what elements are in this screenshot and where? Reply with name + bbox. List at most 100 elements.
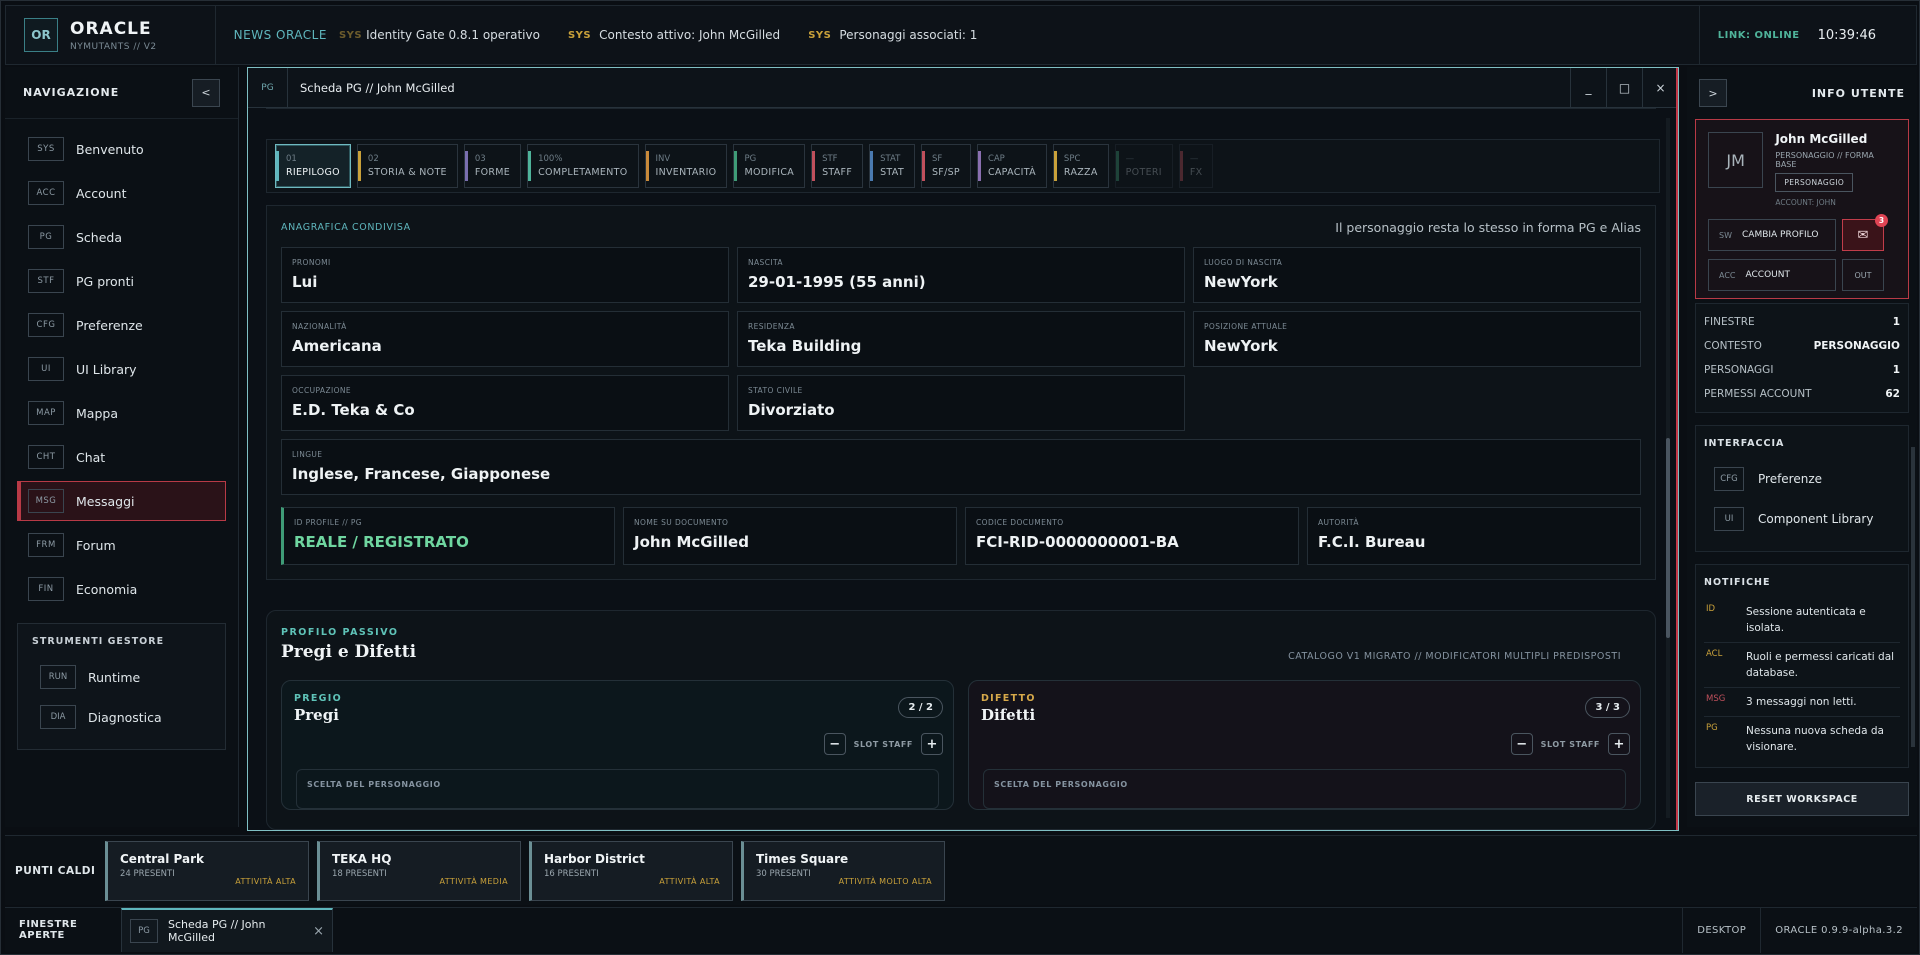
- user-name: John McGilled: [1775, 132, 1868, 146]
- window-titlebar[interactable]: PG Scheda PG // John McGilled _ □ ×: [248, 68, 1678, 108]
- sidebar-item-preferenze[interactable]: CFG Preferenze: [17, 305, 226, 345]
- nav-label: PG pronti: [76, 273, 134, 289]
- stat-key: PERMESSI ACCOUNT: [1704, 388, 1812, 400]
- fields-grid: PRONOMI Lui NASCITA 29-01-1995 (55 anni) L…: [281, 247, 1641, 303]
- tab-accent: [276, 151, 279, 181]
- window-scrollbar[interactable]: [1666, 118, 1670, 818]
- tab-label: INVENTARIO: [655, 167, 717, 178]
- slot-stepper: − SLOT STAFF +: [1510, 733, 1630, 755]
- sidebar-item-scheda[interactable]: PG Scheda: [17, 217, 226, 257]
- field-key: NOME SU DOCUMENTO: [634, 518, 729, 527]
- user-badge: PERSONAGGIO: [1775, 173, 1854, 192]
- tab-label: RAZZA: [1063, 167, 1098, 178]
- tab-storia-note[interactable]: 02 STORIA & NOTE: [356, 144, 458, 188]
- interface-item-preferenze[interactable]: CFG Preferenze: [1704, 459, 1900, 499]
- close-button[interactable]: ×: [1642, 68, 1678, 108]
- slot-label: SLOT STAFF: [853, 739, 913, 749]
- taskbar-window-item[interactable]: PG Scheda PG // John McGilled ×: [121, 908, 333, 952]
- sidebar-item-account[interactable]: ACC Account: [17, 173, 226, 213]
- collapse-sidebar-button[interactable]: <: [192, 78, 220, 107]
- interface-item-component-library[interactable]: UI Component Library: [1704, 499, 1900, 539]
- field-value: Teka Building: [748, 337, 862, 355]
- tool-item-diagnostica[interactable]: DIA Diagnostica: [26, 697, 217, 737]
- tab-fx[interactable]: — FX: [1178, 144, 1214, 188]
- tab-forme[interactable]: 03 FORME: [463, 144, 522, 188]
- slot-decrement-button[interactable]: −: [1510, 733, 1533, 755]
- sidebar-item-forum[interactable]: FRM Forum: [17, 525, 226, 565]
- notification-code: PG: [1706, 723, 1718, 733]
- choice-box[interactable]: SCELTA DEL PERSONAGGIO: [983, 769, 1626, 809]
- reset-workspace-button[interactable]: RESET WORKSPACE: [1695, 782, 1909, 816]
- hotspot-card[interactable]: Harbor District 16 PRESENTI ATTIVITÀ ALTA: [529, 840, 733, 901]
- tab-label: POTERI: [1125, 167, 1162, 178]
- account-button[interactable]: ACC ACCOUNT: [1708, 259, 1836, 291]
- tab-riepilogo[interactable]: 01 RIEPILOGO: [275, 144, 351, 188]
- minimize-button[interactable]: _: [1570, 68, 1606, 108]
- hotspot-card[interactable]: TEKA HQ 18 PRESENTI ATTIVITÀ MEDIA: [317, 840, 521, 901]
- sidebar-header: NAVIGAZIONE <: [5, 67, 238, 119]
- nav-code: PG: [28, 225, 64, 249]
- tab-poteri[interactable]: — POTERI: [1114, 144, 1173, 188]
- tab-stat[interactable]: STAT STAT: [869, 144, 915, 188]
- tab-razza[interactable]: SPC RAZZA: [1052, 144, 1109, 188]
- clock: 10:39:46: [1817, 27, 1876, 43]
- expand-panel-button[interactable]: >: [1699, 79, 1727, 107]
- section-note: Il personaggio resta lo stesso in forma …: [1335, 220, 1641, 235]
- sidebar-item-messaggi[interactable]: MSG Messaggi: [17, 481, 226, 521]
- news-ticker: SYS Identity Gate 0.8.1 operativo SYS Cont…: [339, 28, 1005, 42]
- field-key: CODICE DOCUMENTO: [976, 518, 1064, 527]
- tab-completamento[interactable]: 100% COMPLETAMENTO: [527, 144, 639, 188]
- tab-modifica[interactable]: PG MODIFICA: [733, 144, 806, 188]
- tool-item-runtime[interactable]: RUN Runtime: [26, 657, 217, 697]
- field-key: OCCUPAZIONE: [292, 386, 352, 395]
- sidebar-item-ui-library[interactable]: UI UI Library: [17, 349, 226, 389]
- notification-item[interactable]: ID Sessione autenticata e isolata.: [1704, 598, 1900, 643]
- desktop-button[interactable]: DESKTOP: [1682, 907, 1760, 953]
- anagrafica-section: ANAGRAFICA CONDIVISA Il personaggio rest…: [266, 205, 1656, 580]
- avatar[interactable]: JM: [1708, 132, 1764, 188]
- logout-button[interactable]: OUT: [1842, 259, 1884, 291]
- ticker-text: Personaggi associati: 1: [839, 28, 978, 42]
- tab-capacit-[interactable]: CAP CAPACITÀ: [976, 144, 1047, 188]
- sidebar-item-economia[interactable]: FIN Economia: [17, 569, 226, 609]
- slot-increment-button[interactable]: +: [921, 733, 943, 755]
- field-key: ID PROFILE // PG: [294, 518, 363, 527]
- section-header: ANAGRAFICA CONDIVISA Il personaggio rest…: [281, 220, 1641, 235]
- tab-staff[interactable]: STF STAFF: [811, 144, 864, 188]
- sidebar-title: NAVIGAZIONE: [23, 86, 120, 99]
- task-close-icon[interactable]: ×: [313, 924, 324, 939]
- hotspot-card[interactable]: Times Square 30 PRESENTI ATTIVITÀ MOLTO AL…: [741, 840, 945, 901]
- passive-kicker: PROFILO PASSIVO: [281, 627, 399, 638]
- tab-sf-sp[interactable]: SF SF/SP: [920, 144, 971, 188]
- hotspot-card[interactable]: Central Park 24 PRESENTI ATTIVITÀ ALTA: [105, 840, 309, 901]
- sidebar-item-pg-pronti[interactable]: STF PG pronti: [17, 261, 226, 301]
- ticker-text: Contesto attivo: John McGilled: [599, 28, 781, 42]
- right-scrollbar[interactable]: [1911, 447, 1915, 747]
- button-label: CAMBIA PROFILO: [1742, 230, 1819, 240]
- notification-item[interactable]: MSG 3 messaggi non letti.: [1704, 688, 1900, 717]
- mail-icon: ✉: [1857, 227, 1869, 243]
- news-label[interactable]: NEWS ORACLE: [234, 28, 327, 42]
- tab-inventario[interactable]: INV INVENTARIO: [644, 144, 728, 188]
- mail-button[interactable]: ✉ 3: [1842, 214, 1888, 251]
- sidebar-item-mappa[interactable]: MAP Mappa: [17, 393, 226, 433]
- sidebar-item-benvenuto[interactable]: SYS Benvenuto: [17, 129, 226, 169]
- field-key: STATO CIVILE: [748, 386, 803, 395]
- switch-profile-button[interactable]: SW CAMBIA PROFILO: [1708, 219, 1836, 251]
- choice-box[interactable]: SCELTA DEL PERSONAGGIO: [296, 769, 939, 809]
- field-key: LINGUE: [292, 450, 323, 459]
- divider: [214, 5, 216, 65]
- field-value: John McGilled: [634, 533, 749, 551]
- slot-decrement-button[interactable]: −: [823, 733, 846, 755]
- slot-increment-button[interactable]: +: [1608, 733, 1630, 755]
- scroll-thumb[interactable]: [1666, 438, 1670, 638]
- notification-item[interactable]: ACL Ruoli e permessi caricati dal databas…: [1704, 643, 1900, 688]
- hotspot-activity: ATTIVITÀ MOLTO ALTA: [838, 876, 932, 886]
- field-value: 29-01-1995 (55 anni): [748, 273, 926, 291]
- nav-code: FIN: [28, 577, 64, 601]
- tab-accent: [870, 151, 874, 181]
- sidebar-item-chat[interactable]: CHT Chat: [17, 437, 226, 477]
- hotspot-activity: ATTIVITÀ MEDIA: [439, 876, 508, 886]
- maximize-button[interactable]: □: [1606, 68, 1642, 108]
- notification-item[interactable]: PG Nessuna nuova scheda da visionare.: [1704, 717, 1900, 761]
